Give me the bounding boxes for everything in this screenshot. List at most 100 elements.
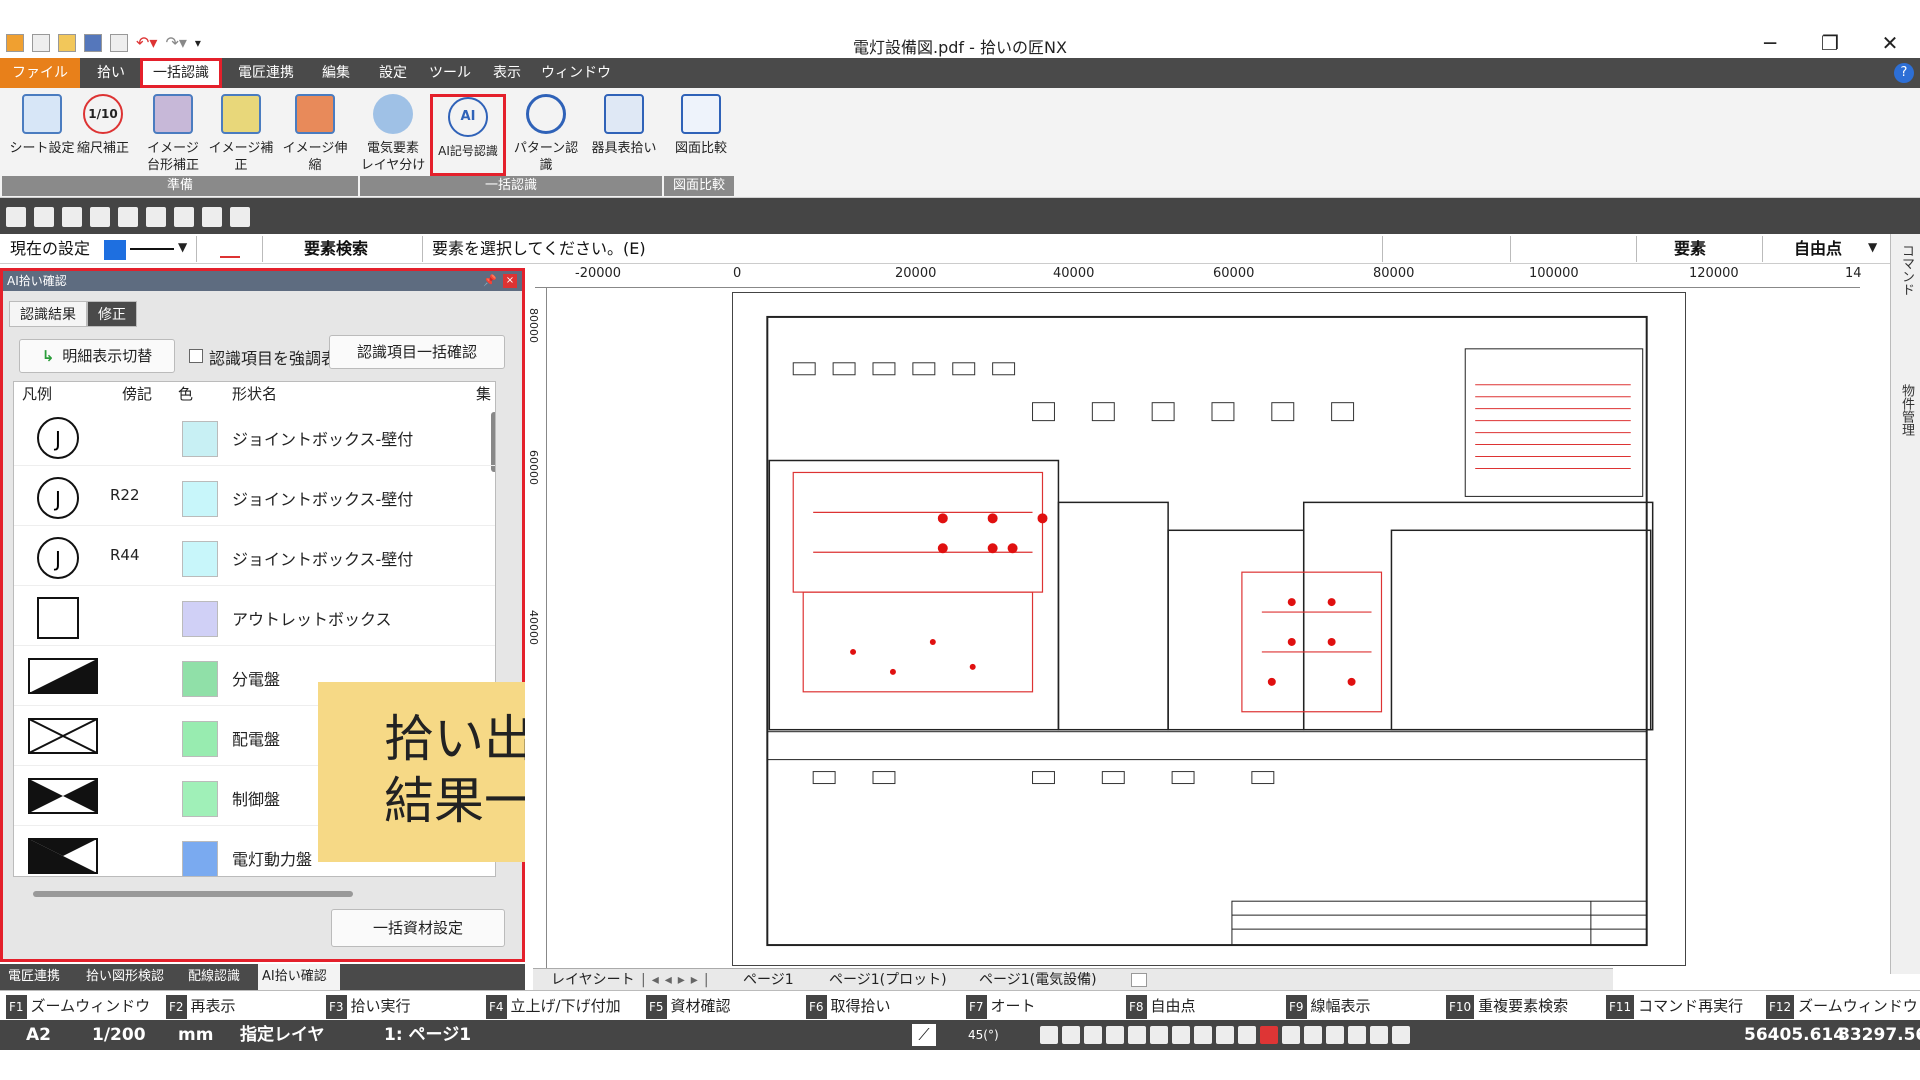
current-color-swatch[interactable] <box>104 240 126 260</box>
snap-chevron-down-icon[interactable]: ▼ <box>1868 240 1877 254</box>
fkey-f12[interactable]: F12 ズームウィンドウ <box>1766 994 1920 1019</box>
layer-sheet-tab[interactable]: レイヤシート <box>551 970 635 990</box>
line-style-sample[interactable] <box>130 248 174 250</box>
project-panel-tab[interactable]: 物件管理 <box>1897 384 1916 436</box>
zoom-out-icon[interactable] <box>174 207 194 227</box>
command-panel-tab[interactable]: コマンド <box>1897 244 1916 296</box>
status-doc-icon[interactable] <box>1326 1026 1344 1044</box>
color-swatch[interactable] <box>182 781 218 817</box>
angle-value[interactable]: 45(°) <box>968 1020 999 1050</box>
fkey-f10[interactable]: F10 重複要素検索 <box>1446 994 1600 1019</box>
image-stretch-button[interactable]: イメージ伸縮 <box>278 94 352 174</box>
status-layer-icon[interactable] <box>1238 1026 1256 1044</box>
menu-batch-recognition[interactable]: 一括認識 <box>140 58 222 88</box>
pan-hand-icon[interactable] <box>118 207 138 227</box>
page-tab-electrical[interactable]: ページ1(電気設備) <box>979 970 1097 990</box>
menu-view[interactable]: 表示 <box>482 58 532 88</box>
panel-close-icon[interactable]: × <box>503 274 517 288</box>
tab-shape-check[interactable]: 拾い図形検認 <box>82 964 168 990</box>
status-tool-icon[interactable] <box>1040 1026 1058 1044</box>
bulk-material-button[interactable]: 一括資材設定 <box>331 909 505 947</box>
status-window-icon[interactable] <box>1392 1026 1410 1044</box>
fkey-f9[interactable]: F9 線幅表示 <box>1286 994 1440 1019</box>
table-row[interactable]: J ジョイントボックス-壁付 <box>14 406 495 466</box>
fkey-f6[interactable]: F6 取得拾い <box>806 994 960 1019</box>
fixture-table-button[interactable]: 器具表拾い <box>588 94 660 157</box>
ai-symbol-recognition-button[interactable]: AI AI記号認識 <box>430 94 506 176</box>
status-table-icon[interactable] <box>1304 1026 1322 1044</box>
menu-settings[interactable]: 設定 <box>368 58 418 88</box>
status-book-icon[interactable] <box>1348 1026 1366 1044</box>
menu-tools[interactable]: ツール <box>424 58 476 88</box>
color-swatch[interactable] <box>182 481 218 517</box>
fkey-f4[interactable]: F4 立上げ/下げ付加 <box>486 994 640 1019</box>
pen-icon[interactable] <box>6 207 26 227</box>
tab-recognition-result[interactable]: 認識結果 <box>9 301 87 327</box>
trapezoid-correction-button[interactable]: イメージ 台形補正 <box>142 94 204 174</box>
status-zoomout-icon[interactable] <box>1194 1026 1212 1044</box>
sheet-settings-button[interactable]: シート設定 <box>6 94 78 157</box>
status-print-icon[interactable] <box>1370 1026 1388 1044</box>
status-pan-icon[interactable] <box>1150 1026 1168 1044</box>
snap-mode-select[interactable]: 自由点 <box>1794 234 1842 264</box>
status-zoom-icon[interactable] <box>1128 1026 1146 1044</box>
fkey-f1[interactable]: F1 ズームウィンドウ <box>6 994 160 1019</box>
fkey-f2[interactable]: F2 再表示 <box>166 994 320 1019</box>
tab-wiring-recognition[interactable]: 配線認識 <box>184 964 244 990</box>
tab-ai-pickup[interactable]: AI拾い確認 <box>258 964 340 990</box>
grid-horizontal-scrollbar[interactable] <box>33 891 353 897</box>
layer-split-button[interactable]: 電気要素 レイヤ分け <box>360 94 426 174</box>
fkey-f5[interactable]: F5 資材確認 <box>646 994 800 1019</box>
element-search-button[interactable]: 要素検索 <box>304 234 368 264</box>
color-swatch[interactable] <box>182 421 218 457</box>
menu-pickup[interactable]: 拾い <box>86 58 136 88</box>
scale-correction-button[interactable]: 1/10 縮尺補正 <box>72 94 134 157</box>
close-button[interactable]: ✕ <box>1872 28 1908 58</box>
color-swatch[interactable] <box>182 661 218 697</box>
drawing-compare-button[interactable]: 図面比較 <box>668 94 734 157</box>
table-row[interactable]: アウトレットボックス <box>14 586 495 646</box>
menu-window[interactable]: ウィンドウ <box>538 58 614 88</box>
fkey-f11[interactable]: F11 コマンド再実行 <box>1606 994 1760 1019</box>
menu-edit[interactable]: 編集 <box>310 58 362 88</box>
tab-correction[interactable]: 修正 <box>87 301 137 327</box>
layer-mode[interactable]: 指定レイヤ <box>240 1020 325 1050</box>
menu-file[interactable]: ファイル <box>0 58 80 88</box>
fkey-f3[interactable]: F3 拾い実行 <box>326 994 480 1019</box>
table-row[interactable]: J R44 ジョイントボックス-壁付 <box>14 526 495 586</box>
drawing-scale[interactable]: 1/200 <box>92 1020 146 1050</box>
status-lines-icon[interactable] <box>1282 1026 1300 1044</box>
tab-densho-link[interactable]: 電匠連携 <box>4 964 64 990</box>
status-zoomin-icon[interactable] <box>1172 1026 1190 1044</box>
color-swatch[interactable] <box>182 541 218 577</box>
color-swatch[interactable] <box>182 601 218 637</box>
status-redraw-icon[interactable] <box>1216 1026 1234 1044</box>
help-icon[interactable]: ? <box>1894 63 1914 83</box>
restore-button[interactable]: ❐ <box>1812 28 1848 58</box>
status-grid-icon[interactable] <box>1084 1026 1102 1044</box>
status-pen-icon[interactable] <box>1062 1026 1080 1044</box>
grid-icon[interactable] <box>34 207 54 227</box>
pin-icon[interactable]: 📌 <box>483 271 497 291</box>
table-row[interactable]: J R22 ジョイントボックス-壁付 <box>14 466 495 526</box>
fkey-f8[interactable]: F8 自由点 <box>1126 994 1280 1019</box>
image-correction-button[interactable]: イメージ補正 <box>204 94 278 174</box>
status-fit-icon[interactable] <box>1106 1026 1124 1044</box>
confirm-all-button[interactable]: 認識項目一括確認 <box>329 335 505 369</box>
fkey-f7[interactable]: F7 オート <box>966 994 1120 1019</box>
color-swatch[interactable] <box>182 841 218 876</box>
zoom-in-icon[interactable] <box>146 207 166 227</box>
zoom-window-icon[interactable] <box>90 207 110 227</box>
fit-icon[interactable] <box>62 207 82 227</box>
element-mode-button[interactable]: 要素 <box>1674 234 1706 264</box>
highlight-checkbox[interactable] <box>189 349 203 363</box>
pattern-recognition-button[interactable]: パターン認識 <box>508 94 584 174</box>
pen-red-icon[interactable] <box>220 240 240 258</box>
layer-icon[interactable] <box>230 207 250 227</box>
page-tab-1[interactable]: ページ1 <box>743 970 794 990</box>
page-tab-plot[interactable]: ページ1(プロット) <box>829 970 947 990</box>
new-page-icon[interactable] <box>1131 973 1147 987</box>
chevron-down-icon[interactable]: ▼ <box>178 240 187 254</box>
toggle-detail-button[interactable]: ↳ 明細表示切替 <box>19 339 175 373</box>
page-nav-arrows-icon[interactable]: |◂◂▸▸| <box>641 970 715 990</box>
